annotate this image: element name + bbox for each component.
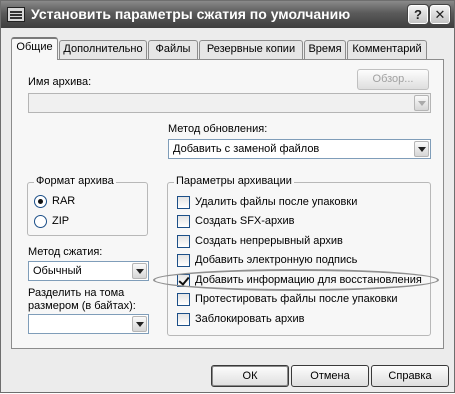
split-volumes-dropdown-icon[interactable] [132,316,147,332]
archive-format-caption: Формат архива [34,175,116,187]
archive-name-combo[interactable] [28,93,431,113]
format-zip-label[interactable]: ZIP [52,215,69,227]
format-rar-radio[interactable] [34,195,47,208]
lock-archive-checkbox[interactable] [177,313,190,326]
digital-signature-label[interactable]: Добавить электронную подпись [195,254,357,266]
split-volumes-label-line2: размером (в байтах): [28,300,136,312]
update-method-dropdown-icon[interactable] [414,141,429,157]
lock-archive-label[interactable]: Заблокировать архив [195,313,304,325]
split-volumes-label-line1: Разделить на тома [28,287,125,299]
dialog-window: Установить параметры сжатия по умолчанию… [0,0,455,393]
split-volumes-combo[interactable] [28,314,149,334]
archive-format-group: Формат архива [27,175,148,236]
test-files-label[interactable]: Протестировать файлы после упаковки [195,293,398,305]
create-sfx-label[interactable]: Создать SFX-архив [195,215,295,227]
delete-files-label[interactable]: Удалить файлы после упаковки [195,196,357,208]
create-sfx-checkbox[interactable] [177,215,190,228]
format-rar-label[interactable]: RAR [52,195,75,207]
update-method-label: Метод обновления: [168,123,268,135]
archive-name-label: Имя архива: [28,76,92,88]
format-zip-radio[interactable] [34,215,47,228]
cancel-button[interactable]: Отмена [291,365,369,387]
archive-name-dropdown-icon[interactable] [414,95,429,111]
digital-signature-checkbox[interactable] [177,254,190,267]
recovery-record-label[interactable]: Добавить информацию для восстановления [195,274,422,286]
solid-archive-label[interactable]: Создать непрерывный архив [195,235,343,247]
archiving-options-caption: Параметры архивации [174,175,294,187]
compression-method-label: Метод сжатия: [28,246,103,258]
general-content: Обзор... Имя архива: Метод обновления: Д… [1,1,455,394]
compression-method-dropdown-icon[interactable] [132,263,147,279]
update-method-value: Добавить с заменой файлов [173,143,320,155]
ok-button[interactable]: ОК [211,365,289,387]
compression-method-select[interactable]: Обычный [28,261,149,281]
test-files-checkbox[interactable] [177,293,190,306]
help-button[interactable]: Справка [371,365,449,387]
compression-method-value: Обычный [33,265,82,277]
solid-archive-checkbox[interactable] [177,235,190,248]
update-method-select[interactable]: Добавить с заменой файлов [168,139,431,159]
delete-files-checkbox[interactable] [177,196,190,209]
recovery-record-checkbox[interactable] [177,274,190,287]
browse-button[interactable]: Обзор... [357,69,429,90]
